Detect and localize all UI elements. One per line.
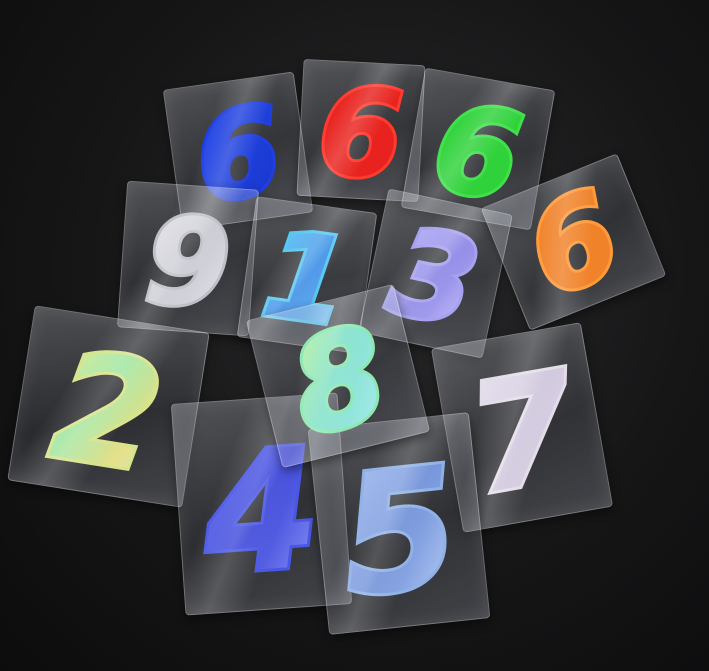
sticker-digit: 2 [42,319,172,507]
sticker-digit: 9 [141,191,234,335]
sticker-digit: 5 [333,430,467,633]
sticker-scene: 6 6 6 9 1 3 6 7 2 4 5 8 [0,0,709,671]
sticker-digit: 8 [277,296,402,465]
digit-graphic: 9 [138,188,237,335]
sticker-digit: 6 [509,164,638,324]
sticker-card-silver-9: 9 [117,180,259,337]
sticker-digit: 6 [315,63,406,201]
